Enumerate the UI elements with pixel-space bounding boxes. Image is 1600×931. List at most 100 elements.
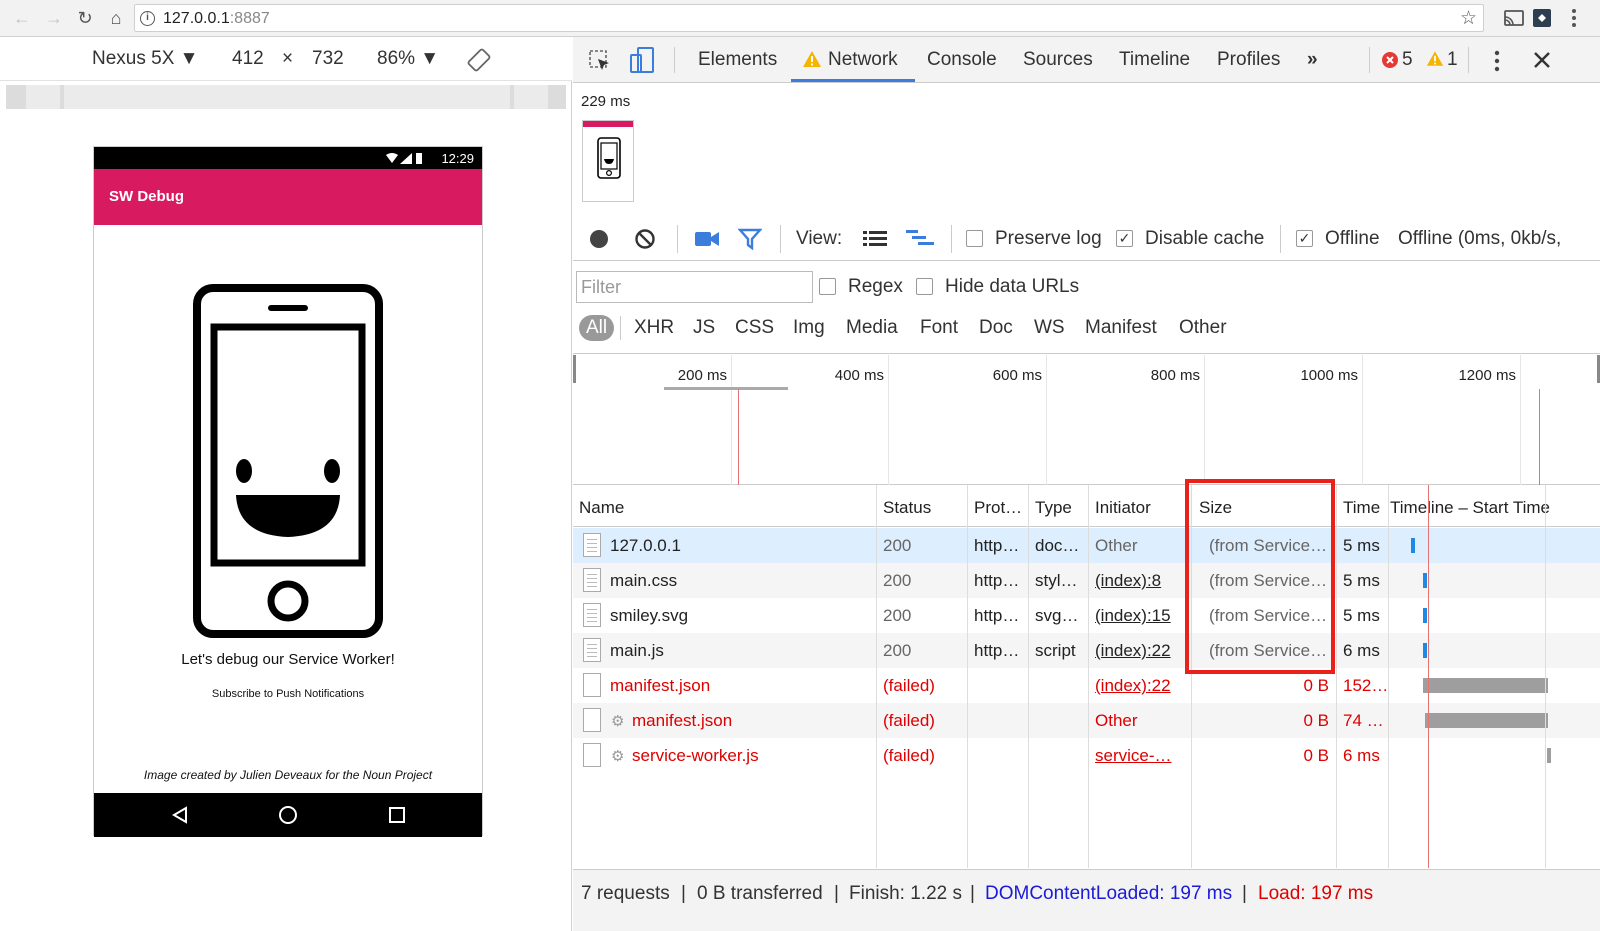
table-row[interactable]: 127.0.0.1 200 http… doc… Other (from Service…… bbox=[573, 528, 1600, 563]
subscribe-button[interactable]: Subscribe to Push Notifications bbox=[94, 688, 482, 700]
star-icon[interactable]: ☆ bbox=[1460, 7, 1477, 30]
waterfall-bar[interactable] bbox=[1425, 713, 1548, 728]
request-initiator[interactable]: (index):8 bbox=[1095, 571, 1189, 591]
column-status[interactable]: Status bbox=[883, 498, 931, 518]
ruler-segment[interactable] bbox=[514, 85, 548, 109]
column-divider[interactable] bbox=[967, 485, 968, 868]
device-select[interactable]: Nexus 5X ▼ bbox=[92, 48, 198, 70]
column-divider[interactable] bbox=[1388, 485, 1389, 868]
tab-sources[interactable]: Sources bbox=[1023, 49, 1093, 71]
warning-count-icon[interactable] bbox=[1426, 50, 1444, 67]
hide-data-urls-checkbox[interactable] bbox=[916, 278, 933, 295]
hide-data-urls-label[interactable]: Hide data URLs bbox=[945, 276, 1079, 298]
request-name[interactable]: 127.0.0.1 bbox=[610, 536, 872, 556]
filter-input[interactable] bbox=[576, 271, 813, 303]
warning-count[interactable]: 1 bbox=[1447, 49, 1458, 71]
type-filter-js[interactable]: JS bbox=[693, 317, 715, 339]
menu-icon[interactable] bbox=[1562, 6, 1586, 30]
column-initiator[interactable]: Initiator bbox=[1095, 498, 1151, 518]
table-row[interactable]: ⚙ manifest.json (failed) Other 0 B 74 … bbox=[573, 703, 1600, 738]
request-name[interactable]: service-worker.js bbox=[632, 746, 872, 766]
type-filter-doc[interactable]: Doc bbox=[979, 317, 1013, 339]
preserve-log-label[interactable]: Preserve log bbox=[995, 228, 1102, 250]
column-type[interactable]: Type bbox=[1035, 498, 1072, 518]
waterfall-bar[interactable] bbox=[1423, 678, 1548, 693]
preserve-log-checkbox[interactable] bbox=[966, 230, 983, 247]
waterfall-bar[interactable] bbox=[1423, 608, 1427, 623]
column-divider[interactable] bbox=[1336, 485, 1337, 868]
type-filter-ws[interactable]: WS bbox=[1034, 317, 1065, 339]
type-filter-css[interactable]: CSS bbox=[735, 317, 774, 339]
type-filter-font[interactable]: Font bbox=[920, 317, 958, 339]
waterfall-bar[interactable] bbox=[1547, 748, 1551, 763]
table-row[interactable]: smiley.svg 200 http… svg… (index):15 (from Se… bbox=[573, 598, 1600, 633]
offline-checkbox[interactable]: ✓ bbox=[1296, 230, 1313, 247]
request-initiator[interactable]: (index):22 bbox=[1095, 676, 1189, 696]
address-bar[interactable]: i 127.0.0.1:8887 ☆ bbox=[134, 4, 1484, 32]
request-name[interactable]: manifest.json bbox=[610, 676, 872, 696]
waterfall-overview-icon[interactable] bbox=[906, 229, 936, 249]
zoom-select[interactable]: 86% ▼ bbox=[377, 48, 439, 70]
type-filter-other[interactable]: Other bbox=[1179, 317, 1227, 339]
tab-network[interactable]: Network bbox=[828, 49, 898, 71]
tab-console[interactable]: Console bbox=[927, 49, 997, 71]
cast-icon[interactable] bbox=[1502, 6, 1526, 30]
rotate-icon[interactable] bbox=[466, 47, 492, 73]
capture-screenshots-icon[interactable] bbox=[694, 229, 720, 249]
request-initiator[interactable]: service-… bbox=[1095, 746, 1189, 766]
tab-profiles[interactable]: Profiles bbox=[1217, 49, 1280, 71]
throttling-select[interactable]: Offline (0ms, 0kb/s, bbox=[1398, 228, 1561, 250]
overview-handle-left[interactable] bbox=[573, 355, 576, 383]
waterfall-bar[interactable] bbox=[1423, 643, 1427, 658]
request-initiator[interactable]: (index):15 bbox=[1095, 606, 1189, 626]
column-time[interactable]: Time bbox=[1343, 498, 1380, 518]
media-query-ruler[interactable] bbox=[6, 85, 566, 109]
request-initiator[interactable]: (index):22 bbox=[1095, 641, 1189, 661]
forward-icon[interactable]: → bbox=[42, 6, 66, 30]
tab-timeline[interactable]: Timeline bbox=[1119, 49, 1190, 71]
tab-elements[interactable]: Elements bbox=[698, 49, 777, 71]
extension-icon[interactable] bbox=[1530, 6, 1554, 30]
regex-checkbox[interactable] bbox=[819, 278, 836, 295]
request-name[interactable]: main.css bbox=[610, 571, 872, 591]
network-overview[interactable]: 200 ms 400 ms 600 ms 800 ms 1000 ms 1200… bbox=[573, 355, 1600, 485]
table-row[interactable]: ⚙ service-worker.js (failed) service-… 0 B 6 … bbox=[573, 738, 1600, 773]
waterfall-bar[interactable] bbox=[1423, 573, 1427, 588]
error-icon[interactable] bbox=[1381, 51, 1399, 69]
clear-icon[interactable] bbox=[634, 228, 656, 250]
close-icon[interactable] bbox=[1532, 50, 1552, 70]
large-rows-icon[interactable] bbox=[863, 230, 887, 248]
url-text[interactable]: 127.0.0.1:8887 bbox=[163, 10, 270, 28]
request-name[interactable]: main.js bbox=[610, 641, 872, 661]
column-divider[interactable] bbox=[1088, 485, 1089, 868]
request-name[interactable]: manifest.json bbox=[632, 711, 872, 731]
nav-home-icon[interactable] bbox=[278, 805, 298, 825]
column-name[interactable]: Name bbox=[579, 498, 624, 518]
table-row[interactable]: main.js 200 http… script (index):22 (from Ser… bbox=[573, 633, 1600, 668]
more-tabs-button[interactable]: » bbox=[1307, 49, 1318, 71]
request-name[interactable]: smiley.svg bbox=[610, 606, 872, 626]
type-filter-all[interactable]: All bbox=[579, 315, 615, 341]
type-filter-img[interactable]: Img bbox=[793, 317, 825, 339]
type-filter-media[interactable]: Media bbox=[846, 317, 898, 339]
reload-icon[interactable]: ↻ bbox=[73, 6, 97, 30]
ruler-segment[interactable] bbox=[64, 85, 510, 109]
device-height[interactable]: 732 bbox=[312, 48, 344, 70]
nav-back-icon[interactable] bbox=[170, 805, 190, 825]
record-icon[interactable] bbox=[588, 228, 610, 250]
table-row[interactable]: manifest.json (failed) (index):22 0 B 152… bbox=[573, 668, 1600, 703]
column-divider[interactable] bbox=[876, 485, 877, 868]
filter-icon[interactable] bbox=[738, 228, 762, 250]
disable-cache-label[interactable]: Disable cache bbox=[1145, 228, 1264, 250]
error-count[interactable]: 5 bbox=[1402, 49, 1413, 71]
devtools-menu-icon[interactable] bbox=[1487, 49, 1507, 73]
regex-label[interactable]: Regex bbox=[848, 276, 903, 298]
column-divider[interactable] bbox=[1028, 485, 1029, 868]
filmstrip-thumbnail[interactable] bbox=[582, 120, 634, 202]
inspect-element-icon[interactable] bbox=[587, 48, 613, 74]
info-icon[interactable]: i bbox=[140, 11, 155, 26]
column-timeline[interactable]: Timeline – Start Time bbox=[1390, 498, 1550, 518]
type-filter-manifest[interactable]: Manifest bbox=[1085, 317, 1157, 339]
table-row[interactable]: main.css 200 http… styl… (index):8 (from Serv… bbox=[573, 563, 1600, 598]
device-mode-icon[interactable] bbox=[629, 46, 655, 74]
